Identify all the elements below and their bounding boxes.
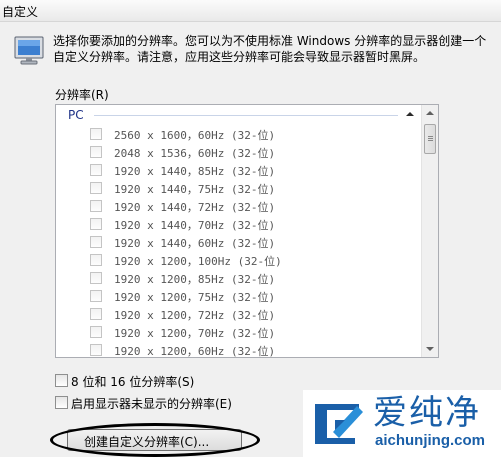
item-checkbox[interactable] (90, 182, 102, 194)
list-item[interactable]: 1920 x 1440，70Hz (32-位) (56, 215, 422, 233)
item-checkbox[interactable] (90, 236, 102, 248)
scroll-thumb[interactable] (424, 124, 436, 154)
group-name: PC (68, 108, 84, 122)
grip-line (428, 140, 433, 141)
item-label: 1920 x 1200，70Hz (32-位) (114, 327, 276, 340)
unsupported-resolutions-checkbox[interactable] (55, 396, 68, 409)
item-checkbox[interactable] (90, 254, 102, 266)
item-checkbox[interactable] (90, 308, 102, 320)
item-label: 1920 x 1440，85Hz (32-位) (114, 165, 276, 178)
item-checkbox[interactable] (90, 146, 102, 158)
list-item[interactable]: 1920 x 1200，70Hz (32-位) (56, 323, 422, 341)
item-label: 1920 x 1440，72Hz (32-位) (114, 201, 276, 214)
list-item[interactable]: 1920 x 1200，75Hz (32-位) (56, 287, 422, 305)
group-divider (94, 115, 398, 116)
unsupported-resolutions-label: 启用显示器未显示的分辨率(E) (71, 397, 232, 411)
item-label: 1920 x 1200，75Hz (32-位) (114, 291, 276, 304)
item-checkbox[interactable] (90, 290, 102, 302)
description-text: 选择你要添加的分辨率。您可以为不使用标准 Windows 分辨率的显示器创建一个… (53, 34, 487, 64)
item-checkbox[interactable] (90, 164, 102, 176)
list-item[interactable]: 2560 x 1600，60Hz (32-位) (56, 125, 422, 143)
item-label: 1920 x 1200，72Hz (32-位) (114, 309, 276, 322)
list-item[interactable]: 1920 x 1200，72Hz (32-位) (56, 305, 422, 323)
bit-depth-label: 8 位和 16 位分辨率(S) (71, 375, 195, 389)
resolution-list-label: 分辨率(R) (55, 88, 109, 102)
group-header-pc[interactable]: PC (56, 105, 422, 125)
item-checkbox[interactable] (90, 272, 102, 284)
chevron-up-icon[interactable] (404, 108, 416, 120)
item-checkbox[interactable] (90, 128, 102, 140)
list-item[interactable]: 1920 x 1200，60Hz (32-位) (56, 341, 422, 358)
item-label: 2560 x 1600，60Hz (32-位) (114, 129, 276, 142)
item-label: 1920 x 1200，100Hz (32-位) (114, 255, 282, 268)
grip-line (428, 138, 433, 139)
list-item[interactable]: 1920 x 1440，72Hz (32-位) (56, 197, 422, 215)
item-checkbox[interactable] (90, 200, 102, 212)
brand-logo-icon (315, 404, 363, 444)
item-label: 1920 x 1200，60Hz (32-位) (114, 345, 276, 358)
bit-depth-checkbox[interactable] (55, 374, 68, 387)
list-item[interactable]: 2048 x 1536，60Hz (32-位) (56, 143, 422, 161)
resolution-list[interactable]: PC 2560 x 1600，60Hz (32-位) 2048 x 1536，6… (55, 104, 439, 358)
item-label: 2048 x 1536，60Hz (32-位) (114, 147, 276, 160)
scroll-down-arrow-icon[interactable] (422, 340, 438, 357)
item-label: 1920 x 1200，85Hz (32-位) (114, 273, 276, 286)
list-item[interactable]: 1920 x 1440，75Hz (32-位) (56, 179, 422, 197)
monitor-icon (14, 36, 44, 65)
list-item[interactable]: 1920 x 1200，100Hz (32-位) (56, 251, 422, 269)
watermark: 爱纯净 aichunjing.com (303, 390, 501, 457)
item-checkbox[interactable] (90, 218, 102, 230)
grip-line (428, 136, 433, 137)
watermark-url: aichunjing.com (375, 432, 486, 449)
item-checkbox[interactable] (90, 344, 102, 356)
scroll-up-arrow-icon[interactable] (422, 105, 438, 122)
watermark-brand: 爱纯净 (373, 393, 481, 433)
vertical-scrollbar[interactable] (421, 105, 438, 357)
list-item[interactable]: 1920 x 1440，60Hz (32-位) (56, 233, 422, 251)
highlight-ellipse (50, 423, 260, 457)
item-label: 1920 x 1440，70Hz (32-位) (114, 219, 276, 232)
list-item[interactable]: 1920 x 1200，85Hz (32-位) (56, 269, 422, 287)
item-label: 1920 x 1440，60Hz (32-位) (114, 237, 276, 250)
title-bar: 自定义 (0, 0, 501, 22)
item-checkbox[interactable] (90, 326, 102, 338)
item-label: 1920 x 1440，75Hz (32-位) (114, 183, 276, 196)
window-title: 自定义 (2, 5, 39, 19)
list-item[interactable]: 1920 x 1440，85Hz (32-位) (56, 161, 422, 179)
